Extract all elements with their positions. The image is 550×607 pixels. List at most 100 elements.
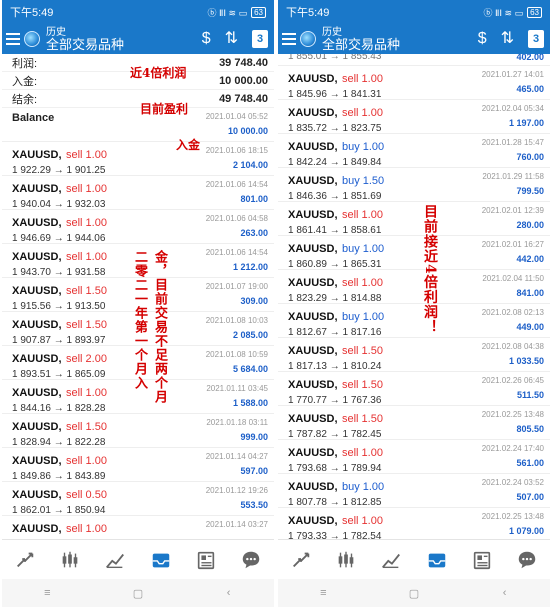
tab-trade[interactable] <box>377 547 405 573</box>
trade-prices: 1 860.89 → 1 865.31 <box>288 259 382 270</box>
title-block: 历史 全部交易品种 <box>46 27 124 51</box>
trade-side: sell 1.00 <box>65 523 107 535</box>
trade-time: 2021.02.25 13:48 <box>481 410 544 419</box>
tab-history[interactable] <box>147 547 175 573</box>
trade-time: 2021.02.04 05:34 <box>481 104 544 113</box>
trade-prices: 1 922.29 → 1 901.25 <box>12 165 106 176</box>
tab-quotes[interactable] <box>11 547 39 573</box>
trade-prices: 1 861.41 → 1 858.61 <box>288 225 382 236</box>
news-icon <box>197 551 215 569</box>
tab-history[interactable] <box>423 547 451 573</box>
trade-prices: 1 946.69 → 1 944.06 <box>12 233 106 244</box>
phone-screen-right: 下午5:49 ⓑ ⅡⅠ ≋ ▭ 63 历史 全部交易品种 $ ⇅ 3 402.0… <box>278 0 550 607</box>
news-icon <box>473 551 491 569</box>
trade-profit: 1 033.50 <box>508 356 544 366</box>
trade-profit: 799.50 <box>516 186 544 196</box>
trade-row[interactable]: XAUUSD, sell 1.00 1 849.86 → 1 843.89 2021… <box>2 448 274 482</box>
nav-menu-button[interactable]: ≡ <box>27 587 67 599</box>
trade-time: 2021.01.06 14:54 <box>205 248 268 257</box>
tab-chat[interactable] <box>513 547 541 573</box>
candlestick-icon <box>338 551 354 567</box>
trade-side: sell 1.00 <box>65 251 107 263</box>
tab-chat[interactable] <box>237 547 265 573</box>
trade-row-partial[interactable]: 402.00 1 855.01 → 1 855.43 <box>278 54 550 66</box>
trade-row[interactable]: XAUUSD, sell 1.00 1 793.33 → 1 782.54 2021… <box>278 508 550 539</box>
history-list-left[interactable]: 利润: 39 748.40 入金: 10 000.00 结余: 49 748.4… <box>2 54 274 539</box>
trade-side: sell 1.50 <box>65 421 107 433</box>
nav-menu-button[interactable]: ≡ <box>303 587 343 599</box>
trade-row[interactable]: XAUUSD, buy 1.50 1 846.36 → 1 851.69 2021.… <box>278 168 550 202</box>
menu-icon[interactable] <box>6 32 20 46</box>
history-list-right[interactable]: 402.00 1 855.01 → 1 855.43 XAUUSD, sell … <box>278 54 550 539</box>
trade-row[interactable]: XAUUSD, buy 1.00 1 812.67 → 1 817.16 2021.… <box>278 304 550 338</box>
calendar-icon[interactable]: 3 <box>528 30 544 48</box>
trade-symbol: XAUUSD, <box>12 285 62 297</box>
trend-line-icon <box>106 553 125 568</box>
trade-side: sell 2.00 <box>65 353 107 365</box>
nav-home-button[interactable]: ▢ <box>394 587 434 600</box>
balance-amount: 10 000.00 <box>227 126 268 136</box>
tab-chart[interactable] <box>56 547 84 573</box>
status-time: 下午5:49 <box>10 7 54 19</box>
phone-screen-left: 下午5:49 ⓑ ⅡⅠ ≋ ▭ 63 历史 全部交易品种 $ ⇅ 3 利润: 3… <box>2 0 274 607</box>
menu-icon[interactable] <box>282 32 296 46</box>
trade-row[interactable]: XAUUSD, sell 1.50 1 770.77 → 1 767.36 2021… <box>278 372 550 406</box>
trade-row[interactable]: XAUUSD, sell 1.50 1 817.13 → 1 810.24 2021… <box>278 338 550 372</box>
trade-symbol: XAUUSD, <box>288 379 338 391</box>
trade-profit: 553.50 <box>240 500 268 510</box>
status-signal-icons: ⓑ ⅡⅠ ≋ ▭ <box>207 7 248 18</box>
balance-entry[interactable]: Balance 2021.01.04 05:52 10 000.00 <box>2 108 274 142</box>
nav-back-button[interactable]: ‹ <box>209 587 249 599</box>
tab-trade[interactable] <box>101 547 129 573</box>
nav-home-button[interactable]: ▢ <box>118 587 158 600</box>
trade-prices: 1 793.68 → 1 789.94 <box>288 463 382 474</box>
trade-row[interactable]: XAUUSD, sell 1.50 1 787.82 → 1 782.45 2021… <box>278 406 550 440</box>
tab-news[interactable] <box>468 547 496 573</box>
summary-balance: 结余: 49 748.40 <box>2 90 274 108</box>
trade-side: sell 1.00 <box>341 447 383 459</box>
trade-time: 2021.02.08 04:38 <box>481 342 544 351</box>
status-icons: ⓑ ⅡⅠ ≋ ▭ 63 <box>207 6 266 19</box>
trade-row[interactable]: XAUUSD, sell 1.00 1 940.04 → 1 932.03 2021… <box>2 176 274 210</box>
dollar-filter-icon[interactable]: $ <box>478 29 487 49</box>
sort-icon[interactable]: ⇅ <box>501 29 514 49</box>
nav-back-button[interactable]: ‹ <box>485 587 525 599</box>
tab-chart[interactable] <box>332 547 360 573</box>
trade-symbol: XAUUSD, <box>288 447 338 459</box>
trade-side: sell 1.00 <box>341 107 383 119</box>
trade-row[interactable]: XAUUSD, sell 1.00 2021.01.14 03:27 <box>2 516 274 539</box>
status-time: 下午5:49 <box>286 7 330 19</box>
trade-row[interactable]: XAUUSD, sell 0.50 1 862.01 → 1 850.94 2021… <box>2 482 274 516</box>
trade-row[interactable]: XAUUSD, sell 1.00 1 845.96 → 1 841.31 2021… <box>278 66 550 100</box>
trade-profit: 1 588.00 <box>232 398 268 408</box>
dollar-filter-icon[interactable]: $ <box>202 29 211 49</box>
calendar-icon[interactable]: 3 <box>252 30 268 48</box>
trade-row[interactable]: XAUUSD, sell 1.00 1 835.72 → 1 823.75 2021… <box>278 100 550 134</box>
trade-row[interactable]: XAUUSD, buy 1.00 1 860.89 → 1 865.31 2021.… <box>278 236 550 270</box>
trade-time: 2021.02.01 12:39 <box>481 206 544 215</box>
trade-row[interactable]: XAUUSD, sell 1.00 1 793.68 → 1 789.94 2021… <box>278 440 550 474</box>
sort-icon[interactable]: ⇅ <box>225 29 238 49</box>
trade-row[interactable]: XAUUSD, sell 1.00 1 823.29 → 1 814.88 2021… <box>278 270 550 304</box>
trade-prices: 1 823.29 → 1 814.88 <box>288 293 382 304</box>
trade-time: 2021.01.28 15:47 <box>481 138 544 147</box>
trade-time: 2021.01.08 10:03 <box>205 316 268 325</box>
trade-time: 2021.02.24 03:52 <box>481 478 544 487</box>
tab-quotes[interactable] <box>287 547 315 573</box>
trade-row[interactable]: XAUUSD, sell 1.00 1 861.41 → 1 858.61 2021… <box>278 202 550 236</box>
app-bar: 历史 全部交易品种 $ ⇅ 3 <box>2 24 274 54</box>
trade-row[interactable]: XAUUSD, sell 1.00 1 922.29 → 1 901.25 2021… <box>2 142 274 176</box>
trade-side: sell 1.00 <box>65 387 107 399</box>
trade-symbol: XAUUSD, <box>288 413 338 425</box>
trade-row[interactable]: XAUUSD, sell 1.00 1 946.69 → 1 944.06 2021… <box>2 210 274 244</box>
trade-symbol: XAUUSD, <box>12 489 62 501</box>
trade-row[interactable]: XAUUSD, buy 1.00 1 807.78 → 1 812.85 2021.… <box>278 474 550 508</box>
tab-news[interactable] <box>192 547 220 573</box>
trade-time: 2021.01.18 03:11 <box>206 418 268 427</box>
trade-profit: 402.00 <box>516 54 544 62</box>
trade-prices: 1 842.24 → 1 849.84 <box>288 157 382 168</box>
page-title: 全部交易品种 <box>322 37 401 52</box>
trade-time: 2021.01.14 03:27 <box>205 520 268 529</box>
trade-time: 2021.02.26 06:45 <box>481 376 544 385</box>
trade-row[interactable]: XAUUSD, buy 1.00 1 842.24 → 1 849.84 2021.… <box>278 134 550 168</box>
